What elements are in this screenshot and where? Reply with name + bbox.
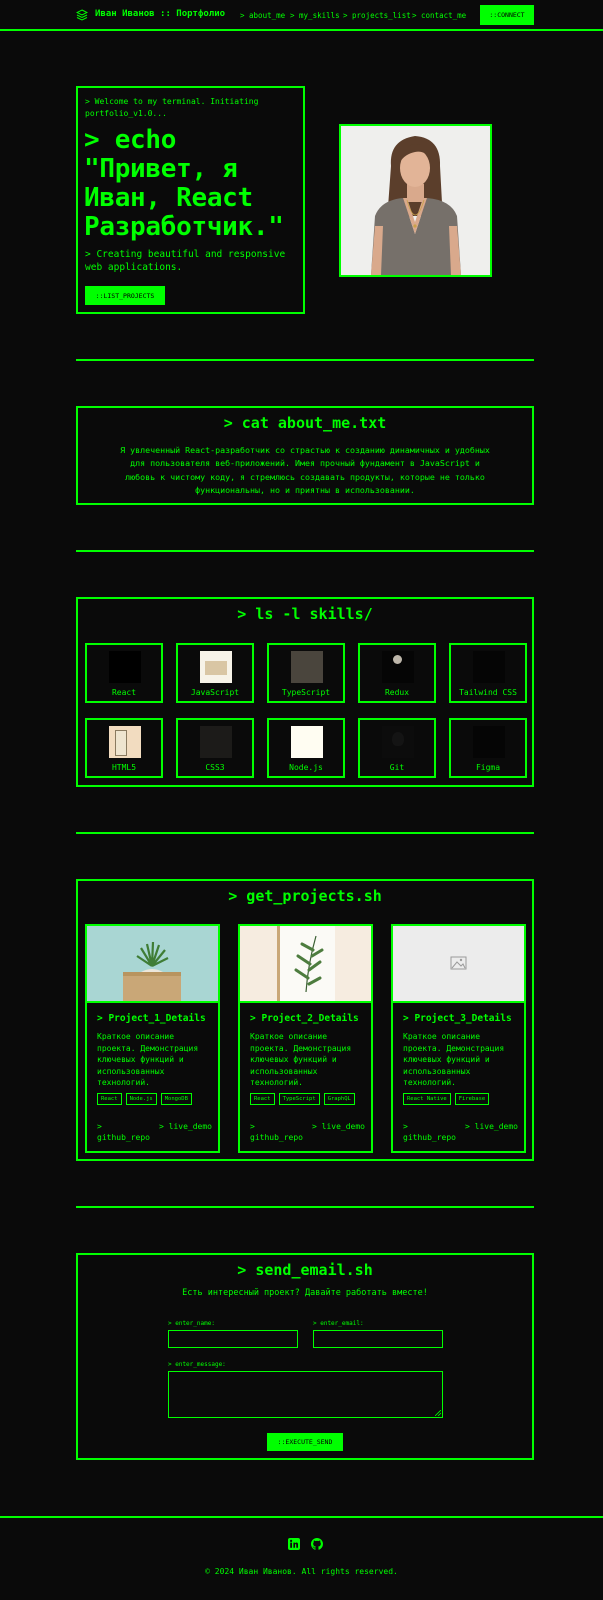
linkedin-icon[interactable] — [288, 1538, 300, 1550]
skill-label: Node.js — [289, 763, 323, 772]
brand-title[interactable]: Иван Иванов :: Портфолио — [95, 9, 225, 19]
email-input[interactable] — [313, 1330, 443, 1348]
project-description: Краткое описание проекта. Демонстрация к… — [250, 1032, 352, 1087]
projects-title: > get_projects.sh — [228, 887, 382, 905]
email-label: > enter_email: — [313, 1320, 364, 1327]
contact-section — [76, 1253, 534, 1460]
connect-button[interactable]: ::CONNECT — [480, 5, 534, 25]
tailwind-logo — [473, 651, 505, 683]
skill-label: JavaScript — [190, 688, 240, 697]
tech-tags: React Node.js MongoDB — [97, 1093, 192, 1105]
footer-divider — [0, 1516, 603, 1518]
css3-logo — [200, 726, 232, 758]
list-projects-button[interactable]: ::LIST_PROJECTS — [85, 286, 165, 305]
about-title: > cat about_me.txt — [223, 414, 387, 432]
skill-card-react: React — [85, 643, 163, 703]
tech-tag: Node.js — [125, 1093, 157, 1105]
live-demo-link[interactable]: > live_demo — [465, 1121, 520, 1132]
hero-subtitle: > Creating beautiful and responsive web … — [85, 249, 286, 273]
github-repo-link[interactable]: > github_repo — [250, 1121, 305, 1143]
layers-icon — [76, 9, 88, 21]
tech-tag: TypeScript — [278, 1093, 320, 1105]
nodejs-logo — [291, 726, 323, 758]
skill-card-tailwind: Tailwind CSS — [449, 643, 527, 703]
name-label: > enter_name: — [168, 1320, 215, 1327]
skill-label: Git — [389, 763, 405, 772]
name-input[interactable] — [168, 1330, 298, 1348]
tech-tag: React — [250, 1093, 275, 1105]
welcome-text: > Welcome to my terminal. Initiating por… — [85, 97, 259, 118]
divider — [76, 832, 534, 834]
skills-title: > ls -l skills/ — [237, 605, 373, 623]
nav-projects[interactable]: > projects_list — [343, 11, 411, 20]
hero-title: > echo "Привет, я Иван, React Разработчи… — [84, 125, 284, 242]
skill-card-git: Git — [358, 718, 436, 778]
project-card-3: > Project_3_Details Краткое описание про… — [391, 924, 526, 1153]
message-label: > enter_message: — [168, 1361, 226, 1368]
profile-photo — [339, 124, 492, 277]
project-description: Краткое описание проекта. Демонстрация к… — [97, 1032, 199, 1087]
skill-label: React — [111, 688, 137, 697]
divider — [76, 550, 534, 552]
project-title: > Project_1_Details — [97, 1013, 206, 1024]
skill-card-html5: HTML5 — [85, 718, 163, 778]
project-card-2: > Project_2_Details Краткое описание про… — [238, 924, 373, 1153]
contact-subtitle: Есть интересный проект? Давайте работать… — [182, 1288, 428, 1298]
skill-card-typescript: TypeScript — [267, 643, 345, 703]
project-card-1: > Project_1_Details Краткое описание про… — [85, 924, 220, 1153]
nav-about[interactable]: > about_me — [240, 11, 285, 20]
skill-card-figma: Figma — [449, 718, 527, 778]
skill-label: Tailwind CSS — [459, 688, 517, 697]
divider — [76, 359, 534, 361]
project-title: > Project_2_Details — [250, 1013, 359, 1024]
skill-label: HTML5 — [111, 763, 137, 772]
project-image — [393, 926, 524, 1003]
project-image — [87, 926, 218, 1003]
git-logo — [382, 726, 414, 758]
tech-tags: React TypeScript GraphQL — [250, 1093, 355, 1105]
message-textarea[interactable] — [168, 1371, 443, 1418]
html5-logo — [109, 726, 141, 758]
tech-tags: React Native Firebase — [403, 1093, 490, 1105]
about-text: Я увлеченный React-разработчик со страст… — [120, 445, 490, 496]
tech-tag: GraphQL — [323, 1093, 355, 1105]
skill-card-css3: CSS3 — [176, 718, 254, 778]
skill-card-nodejs: Node.js — [267, 718, 345, 778]
typescript-logo — [291, 651, 323, 683]
javascript-logo — [200, 651, 232, 683]
divider — [76, 1206, 534, 1208]
nav-skills[interactable]: > my_skills — [290, 11, 340, 20]
copyright-text: © 2024 Иван Иванов. All rights reserved. — [205, 1567, 398, 1576]
skill-label: Redux — [384, 688, 410, 697]
tech-tag: Firebase — [454, 1093, 490, 1105]
live-demo-link[interactable]: > live_demo — [159, 1121, 214, 1132]
tech-tag: React — [97, 1093, 122, 1105]
nav-contact[interactable]: > contact_me — [412, 11, 466, 20]
skill-card-redux: Redux — [358, 643, 436, 703]
resize-handle-icon[interactable] — [435, 1410, 441, 1416]
tech-tag: React Native — [403, 1093, 451, 1105]
tech-tag: MongoDB — [160, 1093, 192, 1105]
skill-label: Figma — [475, 763, 501, 772]
github-repo-link[interactable]: > github_repo — [97, 1121, 152, 1143]
skill-label: CSS3 — [205, 763, 225, 772]
github-icon[interactable] — [311, 1538, 323, 1550]
figma-logo — [473, 726, 505, 758]
skill-card-javascript: JavaScript — [176, 643, 254, 703]
react-logo — [109, 651, 141, 683]
image-placeholder-icon — [450, 956, 467, 970]
project-description: Краткое описание проекта. Демонстрация к… — [403, 1032, 505, 1087]
skill-label: TypeScript — [281, 688, 331, 697]
github-repo-link[interactable]: > github_repo — [403, 1121, 458, 1143]
redux-logo — [382, 651, 414, 683]
project-image — [240, 926, 371, 1003]
execute-send-button[interactable]: ::EXECUTE_SEND — [267, 1433, 343, 1451]
contact-title: > send_email.sh — [237, 1261, 373, 1279]
live-demo-link[interactable]: > live_demo — [312, 1121, 367, 1132]
project-title: > Project_3_Details — [403, 1013, 512, 1024]
